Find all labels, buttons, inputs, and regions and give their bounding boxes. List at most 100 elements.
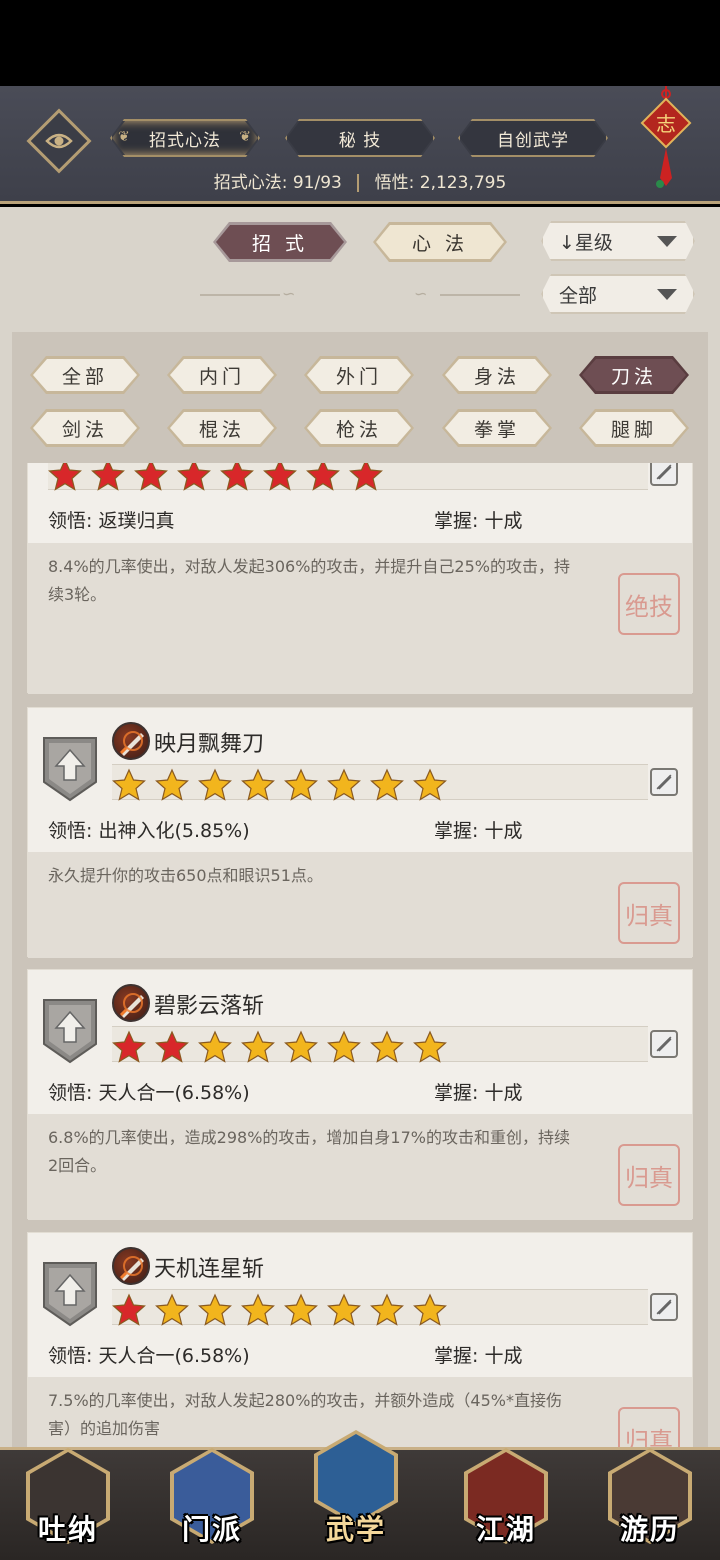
star-icon <box>263 463 297 491</box>
mastery-label: 掌握: 十成 <box>434 510 523 532</box>
upgrade-badge-icon[interactable] <box>42 1261 98 1327</box>
star-icon <box>155 768 189 801</box>
star-icon <box>112 768 146 801</box>
category-spear[interactable]: 枪法 <box>304 409 414 447</box>
ornament-icon: ∽ <box>414 284 428 303</box>
star-icon <box>177 463 211 491</box>
divider <box>200 294 280 296</box>
star-icon <box>327 1030 361 1063</box>
skill-card[interactable]: 天机连星斩 领悟: 天人合一(6.58%) 掌握: 十成 7.5%的几率使出，对敌人… <box>27 1232 693 1447</box>
filter-methods-button[interactable]: 心 法 <box>373 222 507 262</box>
star-icon <box>155 1030 189 1063</box>
star-icon <box>91 463 125 491</box>
star-icon <box>155 1293 189 1326</box>
star-icon <box>220 463 254 491</box>
top-header: ❦ 招式心法 ❦ 秘 技 自创武学 招式心法: 91/93 悟性: 2,123,… <box>0 86 720 204</box>
star-icon <box>241 1293 275 1326</box>
star-icon <box>112 1030 146 1063</box>
star-icon <box>284 1293 318 1326</box>
nav-sect[interactable]: 门派 <box>162 1440 262 1560</box>
category-staff[interactable]: 棍法 <box>167 409 277 447</box>
star-icon <box>413 1030 447 1063</box>
skill-description: 8.4%的几率使出，对敌人发起306%的攻击，并提升自己25%的攻击，持 续3轮。 <box>48 557 570 604</box>
category-outer[interactable]: 外门 <box>304 356 414 394</box>
chinese-knot-icon[interactable]: 志 <box>640 86 692 196</box>
filter-moves-button[interactable]: 招 式 <box>213 222 347 262</box>
star-rating <box>48 463 648 491</box>
blade-skill-icon <box>112 1247 150 1285</box>
skill-card[interactable]: 血舞刀法领悟: 返璞归真掌握: 十成 8.4%的几率使出，对敌人发起306%的攻… <box>27 463 693 694</box>
mastery-label: 掌握: 十成 <box>434 820 523 842</box>
mastery-label: 掌握: 十成 <box>434 1345 523 1367</box>
blade-skill-icon <box>112 984 150 1022</box>
stats-line: 招式心法: 91/93 悟性: 2,123,795 <box>0 168 720 193</box>
tab-self-created[interactable]: 自创武学 <box>458 119 608 157</box>
star-icon <box>349 463 383 491</box>
category-fist[interactable]: 拳掌 <box>442 409 552 447</box>
star-icon <box>370 1030 404 1063</box>
comprehension-label: 领悟: 出神入化(5.85%) <box>48 820 250 842</box>
ornament-icon: ❦ <box>118 129 131 145</box>
comprehension-label: 领悟: 天人合一(6.58%) <box>48 1082 250 1104</box>
bottom-nav: 吐纳 门派 武学 江湖 游历 <box>0 1430 720 1560</box>
upgrade-badge-icon[interactable] <box>42 736 98 802</box>
nav-breathing[interactable]: 吐纳 <box>18 1440 118 1560</box>
star-icon <box>241 1030 275 1063</box>
skill-card[interactable]: 映月飘舞刀领悟: 出神入化(5.85%) 掌握: 十成 永久提升你的攻击650点和… <box>27 707 693 958</box>
star-icon <box>370 768 404 801</box>
blade-type-icon <box>650 1030 678 1058</box>
seal-stamp: 归真 <box>618 882 680 944</box>
skill-name: 碧影云落斩 <box>154 994 265 1019</box>
tab-moves-methods[interactable]: ❦ 招式心法 ❦ <box>110 119 260 157</box>
star-icon <box>241 768 275 801</box>
category-leg[interactable]: 腿脚 <box>579 409 689 447</box>
skill-list[interactable]: 血舞刀法领悟: 返璞归真掌握: 十成 8.4%的几率使出，对敌人发起306%的攻… <box>12 463 708 1447</box>
mastery-label: 掌握: 十成 <box>434 1082 523 1104</box>
blade-skill-icon <box>112 722 150 760</box>
star-rating <box>112 764 648 801</box>
blade-type-icon <box>650 768 678 796</box>
comprehension-label: 领悟: 天人合一(6.58%) <box>48 1345 250 1367</box>
ornament-icon: ❦ <box>239 129 252 145</box>
star-icon <box>134 463 168 491</box>
star-rating <box>112 1289 648 1326</box>
sort-dropdown[interactable]: ↓星级 <box>541 221 695 261</box>
scope-dropdown[interactable]: 全部 <box>541 274 695 314</box>
star-icon <box>327 1293 361 1326</box>
eye-toggle-button[interactable] <box>26 108 92 174</box>
comprehension-label: 领悟: 返璞归真 <box>48 510 175 532</box>
star-icon <box>198 1293 232 1326</box>
star-icon <box>413 768 447 801</box>
star-icon <box>284 1030 318 1063</box>
seal-stamp: 绝技 <box>618 573 680 635</box>
category-inner[interactable]: 内门 <box>167 356 277 394</box>
blade-type-icon <box>650 463 678 486</box>
star-icon <box>413 1293 447 1326</box>
blade-type-icon <box>650 1293 678 1321</box>
category-all[interactable]: 全部 <box>30 356 140 394</box>
skill-description: 永久提升你的攻击650点和眼识51点。 <box>48 866 323 885</box>
category-movement[interactable]: 身法 <box>442 356 552 394</box>
nav-martial-arts[interactable]: 武学 <box>306 1422 406 1546</box>
nav-travel[interactable]: 游历 <box>600 1440 700 1560</box>
skill-description: 6.8%的几率使出，造成298%的攻击，增加自身17%的攻击和重创，持续 2回合。 <box>48 1128 570 1175</box>
star-icon <box>198 1030 232 1063</box>
nav-jianghu[interactable]: 江湖 <box>456 1440 556 1560</box>
star-icon <box>306 463 340 491</box>
category-sword[interactable]: 剑法 <box>30 409 140 447</box>
star-icon <box>48 463 82 491</box>
skill-card[interactable]: 碧影云落斩领悟: 天人合一(6.58%) 掌握: 十成 6.8%的几率使出，造成2… <box>27 969 693 1220</box>
divider <box>440 294 520 296</box>
star-icon <box>327 768 361 801</box>
svg-text:志: 志 <box>656 112 676 136</box>
upgrade-badge-icon[interactable] <box>42 998 98 1064</box>
category-blade[interactable]: 刀法 <box>579 356 689 394</box>
star-icon <box>112 1293 146 1326</box>
chevron-down-icon <box>657 236 677 247</box>
tab-secret-skills[interactable]: 秘 技 <box>285 119 435 157</box>
star-icon <box>370 1293 404 1326</box>
star-icon <box>198 768 232 801</box>
seal-stamp: 归真 <box>618 1144 680 1206</box>
skill-name: 映月飘舞刀 <box>154 732 265 757</box>
star-icon <box>284 768 318 801</box>
